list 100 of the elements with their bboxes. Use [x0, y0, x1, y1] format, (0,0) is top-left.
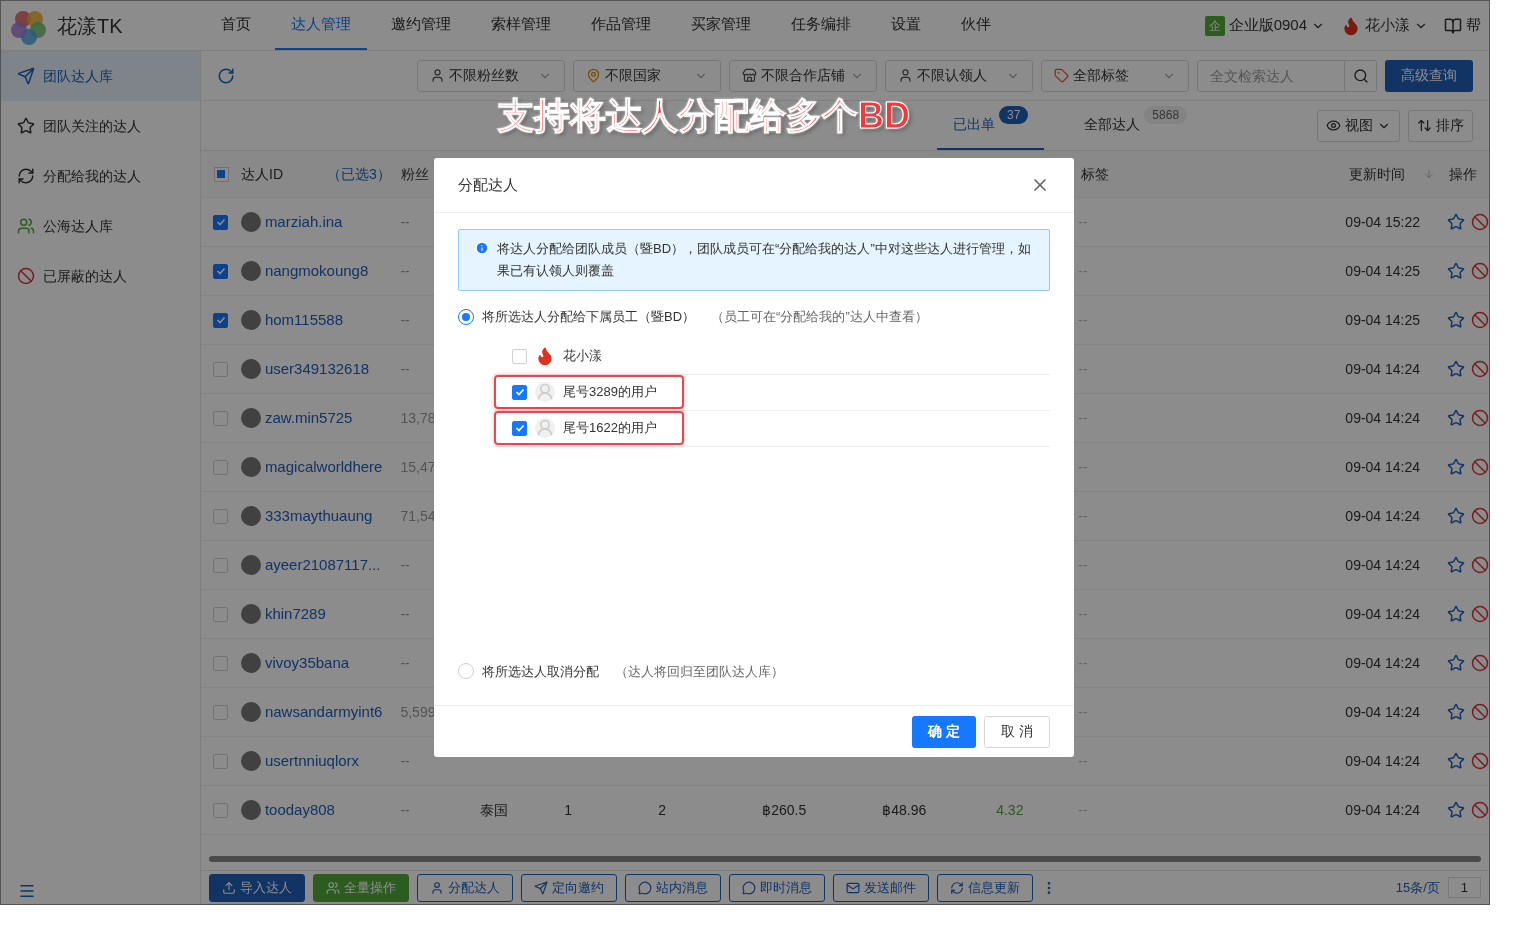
creator-id-link[interactable]: nawsandarmyint6 [264, 702, 383, 720]
block-icon[interactable] [1471, 801, 1489, 819]
creator-id-link[interactable]: magicalworldhere [264, 457, 383, 475]
nav-tab[interactable]: 买家管理 [675, 1, 767, 50]
block-icon[interactable] [1471, 409, 1489, 427]
filter-dropdown[interactable]: 全部标签 [1041, 59, 1189, 92]
block-icon[interactable] [1471, 654, 1489, 672]
sidebar-item[interactable]: 团队达人库 [1, 51, 200, 101]
block-icon[interactable] [1471, 360, 1489, 378]
row-checkbox[interactable] [213, 263, 229, 279]
star-icon[interactable] [1447, 262, 1465, 280]
filter-dropdown[interactable]: 不限国家 [573, 59, 721, 92]
table-cell: -- [1078, 703, 1088, 720]
nav-tab[interactable]: 设置 [875, 1, 937, 50]
refresh-icon[interactable] [217, 66, 235, 85]
sidebar-item[interactable]: 分配给我的达人 [1, 151, 200, 201]
table-cell: 09-04 14:24 [1345, 703, 1421, 720]
action-button[interactable]: 导入达人 [209, 873, 305, 902]
filter-dropdown[interactable]: 不限粉丝数 [417, 59, 565, 92]
star-icon[interactable] [1447, 458, 1465, 476]
action-button[interactable]: 即时消息 [729, 873, 825, 902]
star-icon[interactable] [1447, 507, 1465, 525]
star-icon[interactable] [1447, 360, 1465, 378]
action-button[interactable]: 发送邮件 [833, 873, 929, 902]
sidebar-item[interactable]: 公海达人库 [1, 201, 200, 251]
creator-id-link[interactable]: marziah.ina [264, 212, 343, 230]
member-checkbox[interactable] [512, 420, 527, 436]
action-button[interactable]: 站内消息 [625, 873, 721, 902]
block-icon[interactable] [1471, 752, 1489, 770]
sort-icon [1417, 118, 1432, 133]
star-icon[interactable] [1447, 556, 1465, 574]
page-number[interactable]: 1 [1447, 876, 1481, 899]
select-all-checkbox[interactable] [213, 166, 229, 182]
menu-icon[interactable] [18, 882, 36, 900]
nav-tab[interactable]: 邀约管理 [375, 1, 467, 50]
block-icon[interactable] [1471, 703, 1489, 721]
block-icon[interactable] [1471, 556, 1489, 574]
nav-tab[interactable]: 首页 [205, 1, 267, 50]
star-icon[interactable] [1447, 409, 1465, 427]
block-icon[interactable] [1471, 311, 1489, 329]
edition-dropdown[interactable]: 企业版0904 [1228, 14, 1325, 37]
cancel-button[interactable]: 取 消 [984, 715, 1050, 748]
user-dropdown[interactable]: 花小漾 [1365, 14, 1428, 37]
block-icon[interactable] [1471, 458, 1489, 476]
star-icon[interactable] [1447, 752, 1465, 770]
star-icon[interactable] [1447, 654, 1465, 672]
star-icon[interactable] [1447, 703, 1465, 721]
creator-id-link[interactable]: hom115588 [264, 310, 343, 328]
block-icon[interactable] [1471, 507, 1489, 525]
creator-id-link[interactable]: nangmokoung8 [264, 261, 369, 279]
sidebar-item[interactable]: 已屏蔽的达人 [1, 251, 200, 301]
page-size-dropdown[interactable]: 15条/页 [1395, 877, 1440, 898]
nav-tab[interactable]: 伙伴 [945, 1, 1007, 50]
star-icon[interactable] [1447, 605, 1465, 623]
view-dropdown[interactable]: 视图 [1317, 109, 1400, 142]
star-icon[interactable] [1447, 213, 1465, 231]
chat-icon [638, 880, 652, 895]
filter-dropdown[interactable]: 不限认领人 [885, 59, 1033, 92]
refresh-icon [950, 880, 964, 895]
creator-id-link[interactable]: ayeer21087117... [264, 555, 381, 573]
filter-dropdown[interactable]: 不限合作店铺 [729, 59, 877, 92]
action-button[interactable]: 信息更新 [937, 873, 1033, 902]
row-checkbox[interactable] [213, 312, 229, 328]
creator-id-link[interactable]: usertnniuqlorx [264, 751, 360, 769]
nav-tab[interactable]: 索样管理 [475, 1, 567, 50]
creator-id-link[interactable]: zaw.min5725 [264, 408, 353, 426]
table-cell: -- [400, 801, 410, 818]
search-button[interactable] [1345, 59, 1377, 92]
action-button[interactable]: 分配达人 [417, 873, 513, 902]
creator-id-link[interactable]: user349132618 [264, 359, 370, 377]
table-cell: -- [400, 213, 410, 230]
list-tab[interactable]: 全部达人 5868 [1068, 101, 1204, 150]
table-cell: -- [1078, 801, 1088, 818]
help-link[interactable]: 帮 [1466, 14, 1481, 37]
advanced-search-button[interactable]: 高级查询 [1385, 59, 1473, 92]
nav-tab[interactable]: 作品管理 [575, 1, 667, 50]
table-cell: -- [400, 311, 410, 328]
row-checkbox[interactable] [213, 214, 229, 230]
confirm-button[interactable]: 确 定 [912, 715, 977, 748]
member-checkbox[interactable] [512, 384, 527, 400]
star-icon[interactable] [1447, 311, 1465, 329]
sort-button[interactable]: 排序 [1408, 109, 1473, 142]
person-icon [898, 68, 913, 83]
creator-id-link[interactable]: khin7289 [264, 604, 326, 622]
creator-id-link[interactable]: 333maythuaung [264, 506, 373, 524]
star-icon[interactable] [1447, 801, 1465, 819]
option-hint: （达人将回归至团队达人库） [615, 662, 784, 681]
checkmark-icon [215, 315, 226, 325]
block-icon[interactable] [1471, 262, 1489, 280]
action-button[interactable]: 定向邀约 [521, 873, 617, 902]
creator-id-link[interactable]: tooday808 [264, 800, 335, 818]
chat-icon [742, 880, 756, 895]
block-icon[interactable] [1471, 213, 1489, 231]
creator-id-link[interactable]: vivoy35bana [264, 653, 350, 671]
nav-tab[interactable]: 任务编排 [775, 1, 867, 50]
people-icon [326, 880, 340, 895]
action-button[interactable]: 全量操作 [313, 873, 409, 902]
sidebar-item[interactable]: 团队关注的达人 [1, 101, 200, 151]
table-cell: -- [400, 752, 410, 769]
block-icon[interactable] [1471, 605, 1489, 623]
